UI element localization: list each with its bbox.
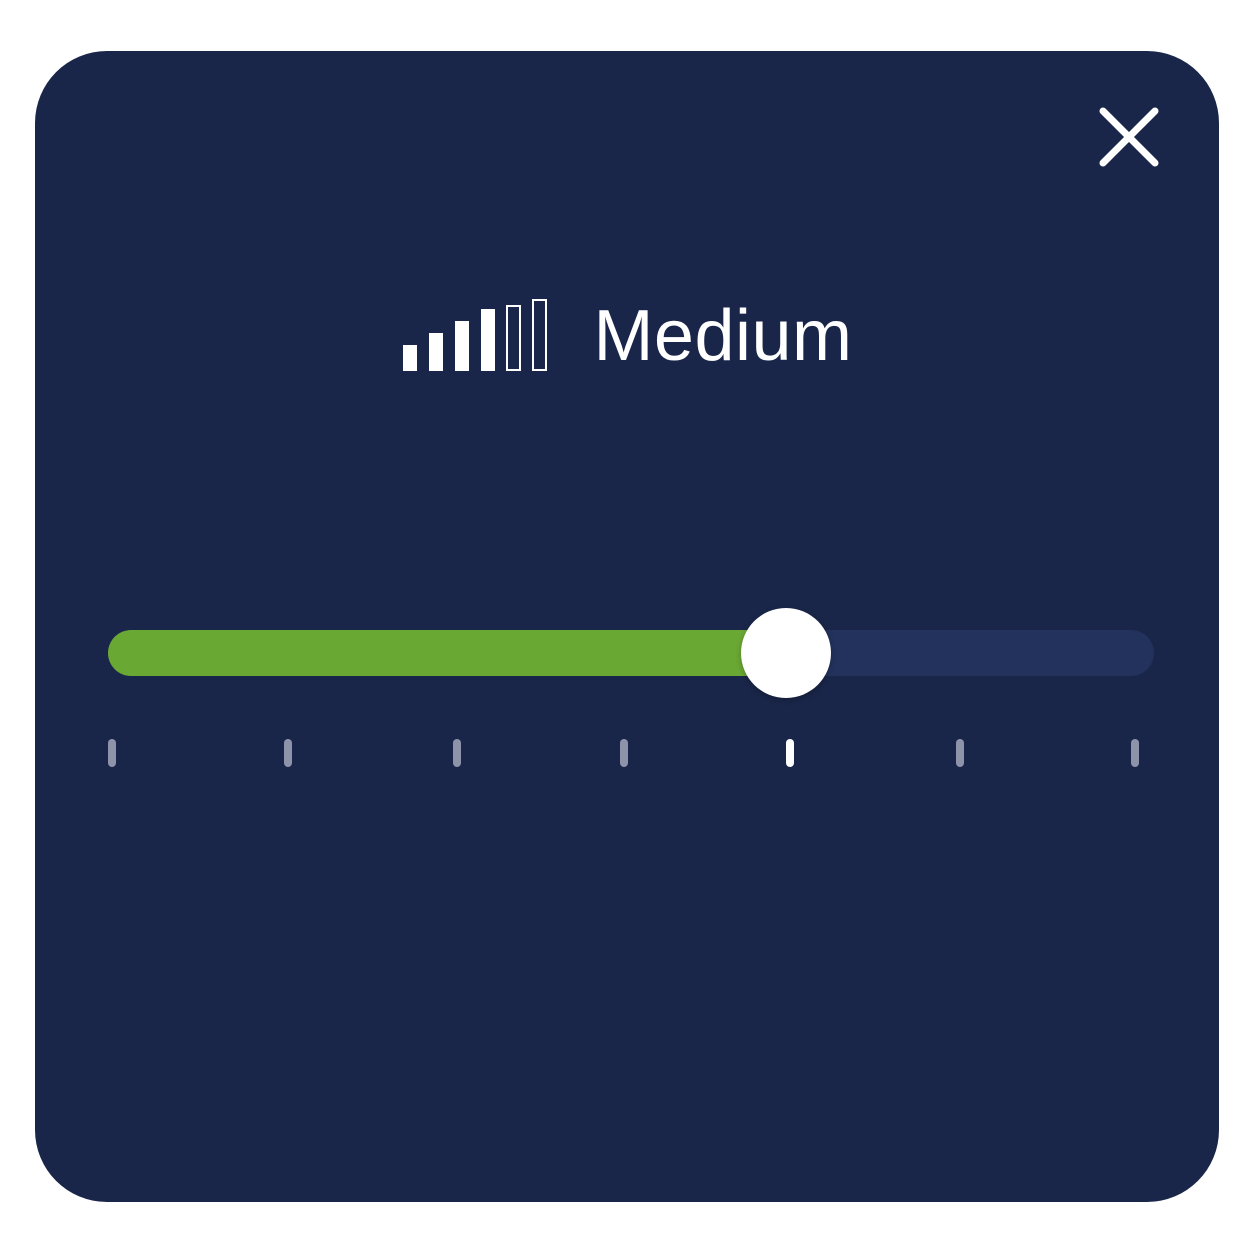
intensity-slider[interactable] [108, 608, 1154, 698]
level-label: Medium [593, 296, 853, 376]
slider-tick-6 [956, 739, 964, 767]
signal-bar-1 [403, 345, 418, 371]
close-button[interactable] [1093, 103, 1165, 175]
signal-bar-5 [506, 305, 522, 371]
slider-thumb[interactable] [741, 608, 831, 698]
close-icon [1099, 107, 1159, 167]
intensity-dialog: Medium [35, 51, 1219, 1202]
slider-tick-5-active [786, 739, 794, 767]
signal-bar-2 [429, 333, 444, 371]
signal-bars-icon [401, 299, 553, 373]
level-header: Medium [35, 291, 1219, 381]
slider-tick-7 [1131, 739, 1139, 767]
slider-fill [108, 630, 787, 676]
slider-tick-4 [620, 739, 628, 767]
slider-tick-2 [284, 739, 292, 767]
slider-tick-1 [108, 739, 116, 767]
signal-bar-6 [532, 299, 548, 371]
signal-bar-4 [481, 309, 496, 371]
slider-tick-3 [453, 739, 461, 767]
signal-bar-3 [455, 321, 470, 371]
